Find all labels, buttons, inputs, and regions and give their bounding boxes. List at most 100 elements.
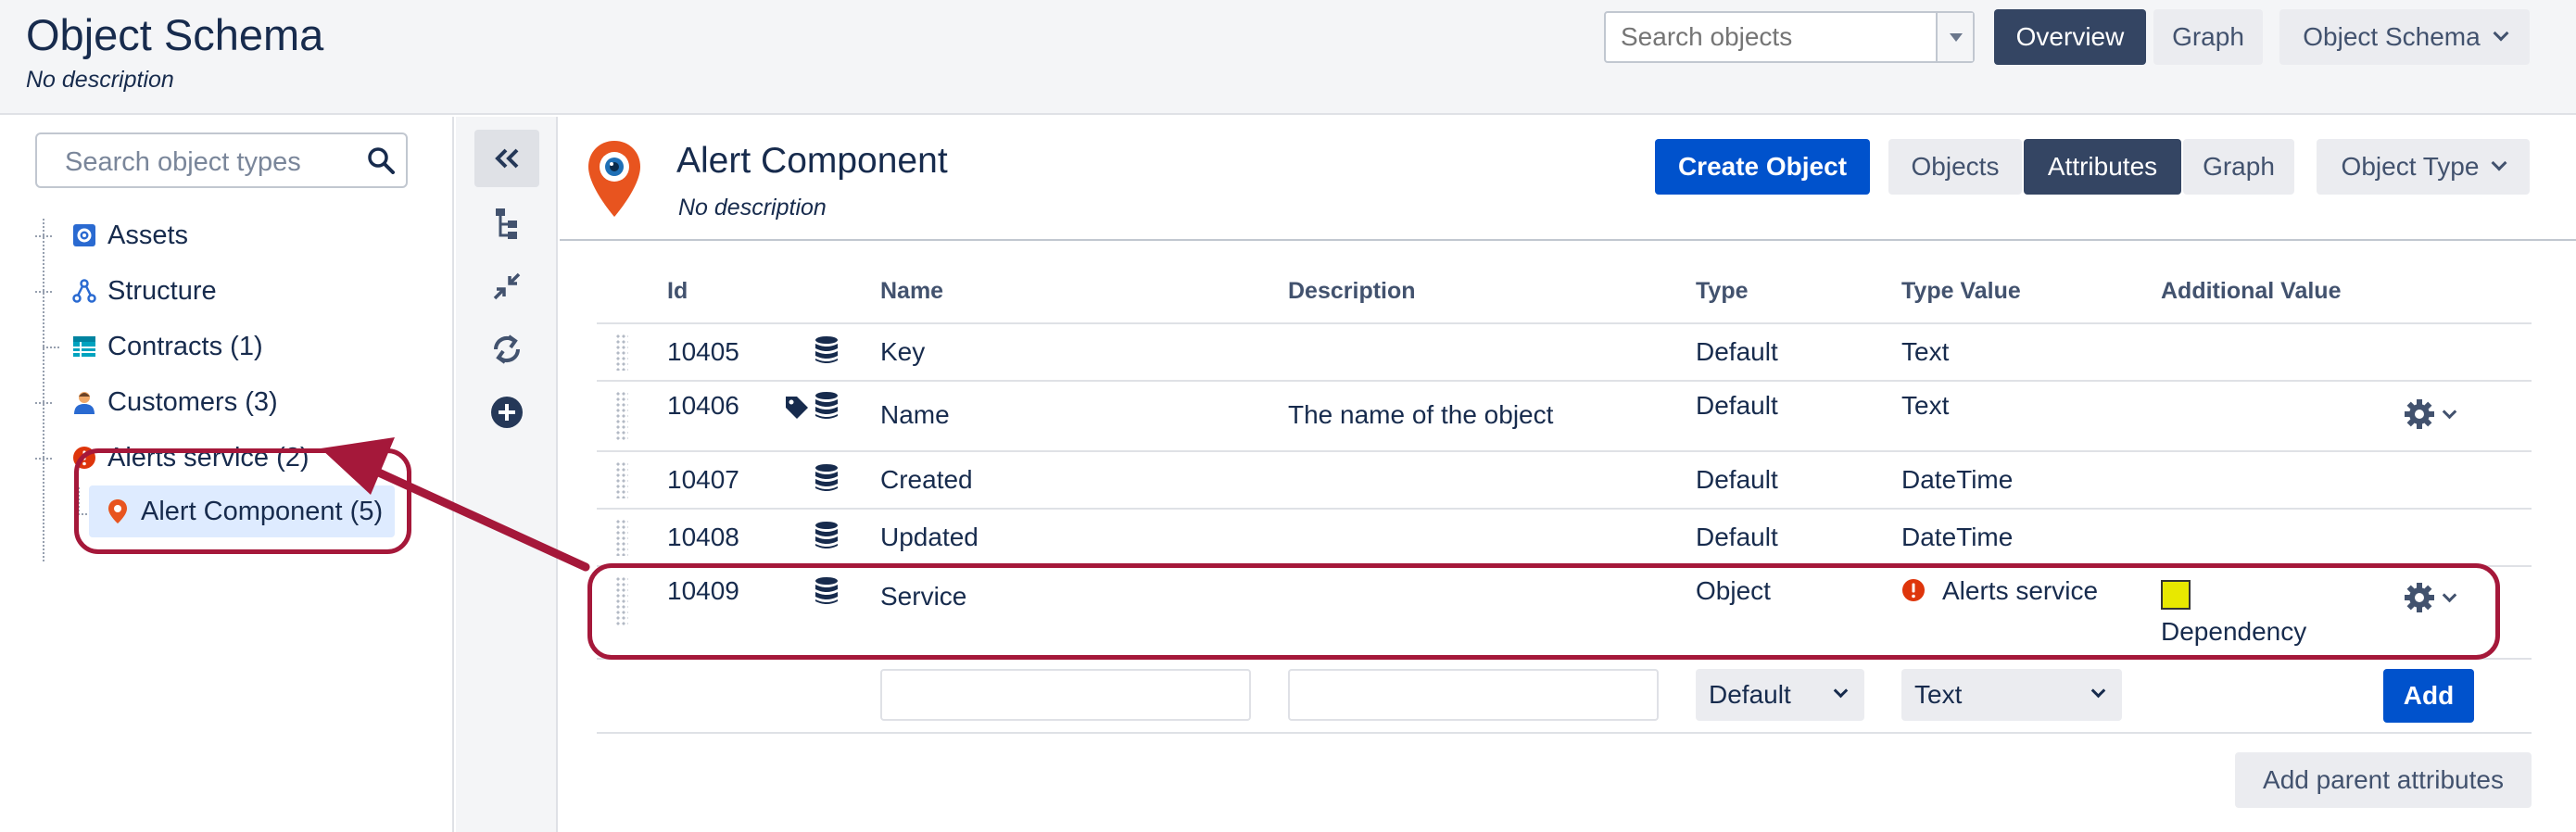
table-row[interactable]: 10405 Key Default Text bbox=[597, 324, 2532, 382]
add-parent-attributes-button[interactable]: Add parent attributes bbox=[2235, 752, 2532, 808]
attribute-type: Default bbox=[1696, 391, 1778, 420]
label-tag-icon bbox=[786, 397, 808, 419]
hierarchy-view-button[interactable] bbox=[489, 206, 524, 241]
tree-item-label: Assets bbox=[107, 220, 189, 250]
refresh-button[interactable] bbox=[489, 332, 524, 367]
search-objects-input[interactable] bbox=[1621, 22, 1917, 52]
attribute-type-value: Text bbox=[1901, 337, 1950, 366]
map-pin-icon bbox=[588, 141, 640, 217]
chevron-down-icon bbox=[2493, 25, 2509, 42]
tool-strip bbox=[456, 117, 558, 832]
object-schema-menu-label: Object Schema bbox=[2303, 22, 2481, 51]
tab-attributes[interactable]: Attributes bbox=[2024, 139, 2181, 195]
attribute-type: Default bbox=[1696, 337, 1778, 366]
collapse-all-button[interactable] bbox=[489, 269, 524, 304]
tree-item-label: Contracts (1) bbox=[107, 331, 263, 361]
row-actions-menu[interactable] bbox=[2404, 398, 2457, 430]
attribute-description: The name of the object bbox=[1288, 400, 1554, 429]
gear-icon bbox=[2405, 399, 2434, 429]
attribute-name: Key bbox=[880, 337, 926, 366]
graph-button[interactable]: Graph bbox=[2153, 9, 2263, 65]
object-type-menu-label: Object Type bbox=[2341, 152, 2480, 181]
attribute-name: Updated bbox=[880, 523, 979, 551]
search-objects-combobox[interactable] bbox=[1604, 11, 1975, 63]
tree-item-label: Structure bbox=[107, 275, 217, 306]
create-object-button[interactable]: Create Object bbox=[1655, 139, 1870, 195]
tree-item-customers[interactable]: Customers (3) bbox=[72, 382, 278, 422]
tab-objects[interactable]: Objects bbox=[1888, 139, 2022, 195]
table-header-row bbox=[597, 259, 2532, 324]
attribute-id: 10407 bbox=[667, 465, 739, 494]
chevron-down-icon bbox=[2442, 404, 2457, 419]
chevron-down-icon bbox=[2090, 683, 2106, 699]
tree-item-assets[interactable]: Assets bbox=[72, 215, 188, 256]
chevron-down-icon bbox=[2491, 155, 2507, 171]
database-icon bbox=[815, 522, 838, 548]
object-type-menu-button[interactable]: Object Type bbox=[2317, 139, 2530, 195]
attribute-id: 10405 bbox=[667, 337, 739, 366]
attribute-name: Name bbox=[880, 400, 950, 429]
attribute-type-value: DateTime bbox=[1901, 523, 2014, 551]
new-attribute-type-value-select[interactable]: Text bbox=[1901, 669, 2122, 721]
database-icon bbox=[815, 464, 838, 491]
tree-guide-line bbox=[43, 219, 44, 561]
tree-connector bbox=[35, 458, 52, 460]
table-icon bbox=[72, 334, 96, 359]
attribute-type-value: Text bbox=[1901, 391, 1950, 420]
new-attribute-row: Default Text Add bbox=[597, 660, 2532, 734]
database-icon bbox=[815, 336, 838, 363]
new-attribute-type-select[interactable]: Default bbox=[1696, 669, 1864, 721]
person-icon bbox=[72, 390, 96, 414]
object-type-header: Alert Component No description Create Ob… bbox=[560, 117, 2576, 241]
schema-header: Object Schema No description Overview Gr… bbox=[0, 0, 2576, 115]
search-object-types-placeholder: Search object types bbox=[65, 147, 301, 177]
add-object-type-button[interactable] bbox=[489, 395, 524, 430]
compress-arrows-icon bbox=[493, 272, 521, 300]
type-value-select-value: Text bbox=[1914, 680, 1963, 709]
object-type-title: Alert Component bbox=[676, 141, 948, 181]
search-icon[interactable] bbox=[367, 146, 395, 174]
drag-handle-icon[interactable] bbox=[615, 461, 628, 498]
annotation-highlight-sidebar bbox=[74, 448, 411, 554]
tree-item-structure[interactable]: Structure bbox=[72, 271, 217, 311]
table-row[interactable]: 10407 Created Default DateTime bbox=[597, 452, 2532, 510]
add-attribute-button[interactable]: Add bbox=[2383, 669, 2474, 723]
tree-hierarchy-icon bbox=[496, 208, 517, 239]
search-dropdown-toggle[interactable] bbox=[1936, 13, 1973, 61]
gear-square-icon bbox=[72, 223, 96, 247]
object-schema-menu-button[interactable]: Object Schema bbox=[2279, 9, 2530, 65]
drag-handle-icon[interactable] bbox=[615, 519, 628, 556]
attribute-type: Default bbox=[1696, 523, 1778, 551]
tree-connector bbox=[35, 402, 52, 404]
page-description: No description bbox=[26, 67, 174, 93]
plus-circle-icon bbox=[491, 397, 523, 428]
database-icon bbox=[815, 392, 838, 419]
tree-connector bbox=[43, 347, 59, 348]
collapse-sidebar-button[interactable] bbox=[474, 130, 539, 187]
tree-item-contracts[interactable]: Contracts (1) bbox=[72, 326, 263, 367]
overview-button[interactable]: Overview bbox=[1994, 9, 2146, 65]
search-object-types-field[interactable]: Search object types bbox=[35, 132, 408, 188]
attribute-type-value: DateTime bbox=[1901, 465, 2014, 494]
table-row[interactable]: 10408 Updated Default DateTime bbox=[597, 510, 2532, 567]
refresh-icon bbox=[493, 334, 521, 364]
attribute-name: Created bbox=[880, 465, 973, 494]
hierarchy-icon bbox=[72, 279, 96, 303]
tab-graph[interactable]: Graph bbox=[2183, 139, 2294, 195]
drag-handle-icon[interactable] bbox=[615, 334, 628, 371]
attribute-id: 10408 bbox=[667, 523, 739, 551]
new-attribute-description-input[interactable] bbox=[1288, 669, 1659, 721]
drag-handle-icon[interactable] bbox=[615, 391, 628, 441]
type-select-value: Default bbox=[1709, 680, 1791, 709]
tree-connector bbox=[35, 235, 52, 237]
tree-connector bbox=[35, 291, 52, 293]
attribute-id: 10406 bbox=[667, 391, 739, 420]
new-attribute-name-input[interactable] bbox=[880, 669, 1251, 721]
attribute-type: Default bbox=[1696, 465, 1778, 494]
object-type-description: No description bbox=[678, 195, 827, 221]
table-row[interactable]: 10406 Name The name of the object Defaul… bbox=[597, 382, 2532, 452]
page-title: Object Schema bbox=[26, 10, 324, 59]
tree-item-label: Customers (3) bbox=[107, 386, 278, 417]
annotation-highlight-row bbox=[587, 563, 2500, 660]
chevron-down-icon bbox=[1833, 683, 1849, 699]
